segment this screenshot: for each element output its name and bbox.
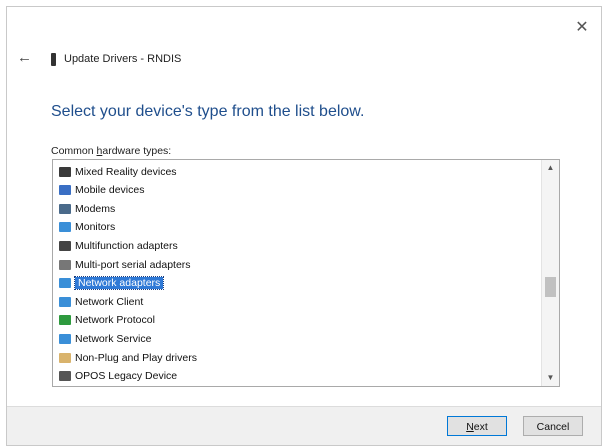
- list-item[interactable]: Network adapters: [59, 275, 165, 292]
- list-item-label: Modems: [75, 202, 116, 215]
- non-pnp-driver-icon: [59, 352, 71, 363]
- list-item-label: Non-Plug and Play drivers: [75, 351, 197, 364]
- close-icon[interactable]: ✕: [575, 20, 589, 36]
- device-icon: [51, 52, 56, 66]
- network-adapter-icon: [59, 278, 71, 289]
- headset-icon: [59, 166, 71, 177]
- list-item[interactable]: Monitors: [59, 219, 115, 236]
- network-client-icon: [59, 296, 71, 307]
- serial-adapter-icon: [59, 259, 71, 270]
- scroll-up-icon[interactable]: ▲: [542, 160, 559, 176]
- dialog-footer: Next Cancel: [7, 406, 601, 445]
- list-item[interactable]: Multifunction adapters: [59, 237, 178, 254]
- multifunction-adapter-icon: [59, 240, 71, 251]
- mobile-device-icon: [59, 185, 71, 196]
- window-title: Update Drivers - RNDIS: [64, 53, 182, 65]
- list-item[interactable]: Network Client: [59, 293, 143, 310]
- list-item[interactable]: Mobile devices: [59, 182, 144, 199]
- network-service-icon: [59, 333, 71, 344]
- list-item-label: Multi-port serial adapters: [75, 258, 191, 271]
- list-item[interactable]: Multi-port serial adapters: [59, 256, 191, 273]
- list-item-label: Network Client: [75, 295, 144, 308]
- list-item-label: Mixed Reality devices: [75, 165, 177, 178]
- next-button[interactable]: Next: [447, 416, 507, 436]
- network-protocol-icon: [59, 315, 71, 326]
- modem-icon: [59, 203, 71, 214]
- list-item-label: Multifunction adapters: [75, 239, 178, 252]
- list-item-label: Network Service: [75, 332, 152, 345]
- next-label-rest: ext: [473, 421, 488, 433]
- opos-device-icon: [59, 371, 71, 382]
- monitor-icon: [59, 222, 71, 233]
- page-heading: Select your device's type from the list …: [51, 103, 365, 120]
- list-item[interactable]: Network Service: [59, 330, 151, 347]
- next-accelerator: N: [466, 421, 474, 433]
- update-drivers-dialog: ✕ ← Update Drivers - RNDIS Select your d…: [6, 6, 602, 446]
- back-arrow-icon[interactable]: ←: [17, 50, 32, 65]
- cancel-button[interactable]: Cancel: [523, 416, 583, 436]
- scroll-thumb[interactable]: [545, 277, 556, 297]
- scroll-down-icon[interactable]: ▼: [542, 370, 559, 386]
- list-label: Common hardware types:: [51, 145, 171, 157]
- list-label-suffix: ardware types:: [102, 145, 172, 157]
- list-item[interactable]: Non-Plug and Play drivers: [59, 349, 197, 366]
- list-item[interactable]: Network Protocol: [59, 312, 155, 329]
- list-item[interactable]: OPOS Legacy Device: [59, 368, 177, 385]
- list-item[interactable]: Modems: [59, 200, 115, 217]
- list-item[interactable]: Mixed Reality devices: [59, 163, 177, 180]
- window-title-bar: Update Drivers - RNDIS: [51, 51, 181, 67]
- list-item-label: Monitors: [75, 221, 116, 234]
- hardware-types-list[interactable]: Mixed Reality devices Mobile devices Modem…: [52, 159, 560, 387]
- vertical-scrollbar[interactable]: ▲ ▼: [541, 160, 559, 386]
- list-item-label: Mobile devices: [75, 184, 145, 197]
- list-item-label: Network adapters: [73, 276, 165, 291]
- list-item-label: Network Protocol: [75, 314, 155, 327]
- list-item-label: OPOS Legacy Device: [75, 370, 178, 383]
- list-label-prefix: Common: [51, 145, 97, 157]
